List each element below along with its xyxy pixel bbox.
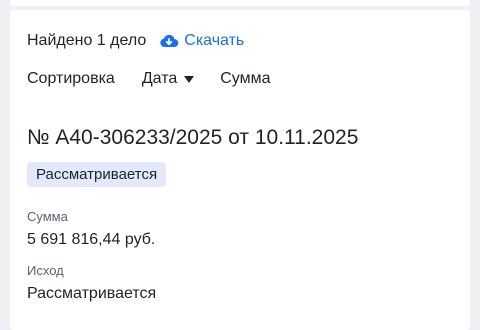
amount-value: 5 691 816,44 руб. xyxy=(27,231,156,248)
outcome-label: Исход xyxy=(27,263,64,278)
amount-label: Сумма xyxy=(27,209,68,224)
sort-bar: Сортировка Дата Сумма xyxy=(27,68,271,90)
previous-card-edge xyxy=(10,0,470,6)
cloud-download-icon xyxy=(160,34,179,48)
sort-descending-icon xyxy=(184,76,195,83)
outcome-value: Рассматривается xyxy=(27,285,157,302)
sort-option-date-label: Дата xyxy=(141,70,178,87)
results-count: Найдено 1 дело xyxy=(27,32,147,49)
results-header: Найдено 1 дело Скачать xyxy=(27,30,244,52)
download-label: Скачать xyxy=(184,32,245,49)
download-button[interactable]: Скачать xyxy=(159,32,244,50)
sort-option-sum[interactable]: Сумма xyxy=(220,70,270,88)
sort-label: Сортировка xyxy=(27,70,115,87)
case-title[interactable]: № А40-306233/2025 от 10.11.2025 xyxy=(27,126,358,150)
status-badge: Рассматривается xyxy=(27,162,167,187)
sort-option-date[interactable]: Дата xyxy=(141,70,195,88)
